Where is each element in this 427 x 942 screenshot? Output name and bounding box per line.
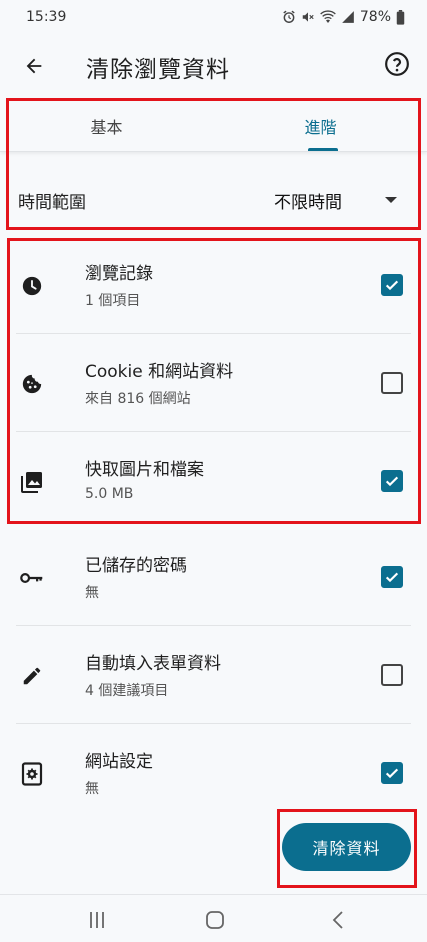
tab-bar: 基本 進階	[0, 100, 427, 152]
tab-selected-indicator	[308, 148, 338, 151]
cookie-icon	[20, 372, 44, 396]
tab-basic[interactable]: 基本	[0, 100, 213, 152]
item-browsing-history[interactable]: 瀏覽記錄 1 個項目	[0, 236, 427, 334]
item-title: Cookie 和網站資料	[85, 362, 234, 382]
check-icon	[385, 768, 399, 779]
item-title: 已儲存的密碼	[85, 556, 187, 576]
item-title: 網站設定	[85, 752, 153, 772]
page-title: 清除瀏覽資料	[86, 57, 230, 83]
home-icon[interactable]	[205, 910, 225, 930]
clear-data-button[interactable]: 清除資料	[282, 823, 411, 871]
status-icons: 78%	[282, 9, 405, 25]
help-icon	[385, 52, 409, 76]
arrow-back-icon	[26, 58, 42, 74]
checkbox-site-settings[interactable]	[381, 762, 403, 784]
check-icon	[385, 476, 399, 487]
item-subtitle: 來自 816 個網站	[85, 391, 191, 407]
mute-icon	[302, 12, 314, 22]
help-button[interactable]	[381, 48, 413, 80]
item-subtitle: 無	[85, 781, 99, 797]
time-range-row[interactable]: 時間範圍 不限時間	[0, 172, 427, 228]
item-cached-images[interactable]: 快取圖片和檔案 5.0 MB	[0, 432, 427, 530]
time-range-value[interactable]: 不限時間	[274, 188, 342, 213]
item-title: 自動填入表單資料	[85, 654, 221, 674]
battery-percent: 78%	[359, 9, 391, 25]
clock-icon	[20, 274, 44, 298]
site-settings-icon	[20, 762, 44, 786]
checkbox-browsing-history[interactable]	[381, 274, 403, 296]
battery-icon	[396, 9, 405, 25]
item-autofill[interactable]: 自動填入表單資料 4 個建議項目	[0, 626, 427, 724]
recent-apps-icon[interactable]	[88, 911, 106, 929]
item-subtitle: 無	[85, 585, 99, 601]
key-icon	[20, 566, 44, 590]
item-title: 快取圖片和檔案	[85, 460, 204, 480]
image-icon	[20, 470, 44, 494]
item-subtitle: 4 個建議項目	[85, 683, 169, 699]
system-nav-bar	[0, 894, 427, 942]
dropdown-arrow-icon[interactable]	[385, 197, 397, 203]
tab-advanced[interactable]: 進階	[214, 100, 427, 152]
wifi-icon	[320, 10, 336, 23]
item-saved-passwords[interactable]: 已儲存的密碼 無	[0, 528, 427, 626]
back-nav-icon[interactable]	[331, 910, 345, 930]
alarm-icon	[283, 10, 295, 23]
check-icon	[385, 280, 399, 291]
checkbox-saved-passwords[interactable]	[381, 566, 403, 588]
status-time: 15:39	[26, 9, 67, 25]
app-bar: 清除瀏覽資料	[0, 34, 427, 98]
item-cookies[interactable]: Cookie 和網站資料 來自 816 個網站	[0, 334, 427, 432]
item-subtitle: 5.0 MB	[85, 486, 134, 502]
item-subtitle: 1 個項目	[85, 293, 141, 309]
time-range-label: 時間範圍	[18, 192, 86, 213]
check-icon	[385, 572, 399, 583]
status-bar: 15:39 78%	[0, 0, 427, 34]
pencil-icon	[20, 664, 44, 688]
item-title: 瀏覽記錄	[85, 264, 153, 284]
signal-icon	[342, 11, 354, 23]
checkbox-autofill[interactable]	[381, 664, 403, 686]
checkbox-cookies[interactable]	[381, 372, 403, 394]
item-site-settings[interactable]: 網站設定 無	[0, 724, 427, 822]
back-button[interactable]	[18, 50, 50, 82]
checkbox-cached-images[interactable]	[381, 470, 403, 492]
